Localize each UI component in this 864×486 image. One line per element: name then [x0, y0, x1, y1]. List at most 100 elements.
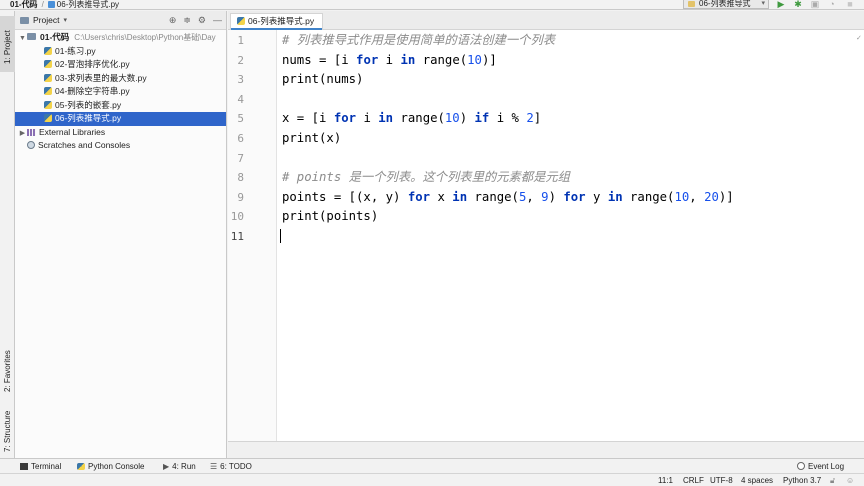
line-number: 4	[237, 92, 244, 106]
todo-label: 6: TODO	[220, 462, 252, 471]
code-line-2: nums = [i for i in range(10)]	[282, 52, 497, 67]
event-log-label: Event Log	[808, 462, 845, 471]
line-number: 2	[237, 53, 244, 67]
text-caret	[280, 229, 281, 243]
tree-scratches[interactable]: Scratches and Consoles	[15, 139, 226, 153]
tree-file-selected[interactable]: 06-列表推导式.py	[15, 112, 226, 126]
run-icon: ▶	[163, 462, 170, 471]
run-tool-button[interactable]: ▶ 4: Run	[163, 459, 196, 474]
tree-root-folder[interactable]: ▼ 01-代码 C:\Users\chris\Desktop\Python基础\Da…	[15, 31, 226, 45]
library-icon	[27, 128, 36, 136]
navigation-bar: 01-代码/ 06-列表推导式.py 06-列表推导式 ▾ ▶ ✱ ▣ ◔ ■	[0, 0, 864, 10]
python-console-button[interactable]: Python Console	[77, 459, 144, 474]
collapse-all-icon[interactable]: ≑	[183, 15, 191, 25]
tab-structure[interactable]: 7: Structure	[0, 404, 15, 456]
python-file-icon	[44, 114, 52, 122]
tab-project-label: 1: Project	[3, 30, 12, 64]
chevron-down-icon[interactable]: ▾	[63, 16, 67, 24]
code-editor[interactable]: # 列表推导式作用是使用简单的语法创建一个列表 nums = [i for i …	[277, 30, 864, 441]
terminal-label: Terminal	[31, 462, 62, 471]
profile-icon[interactable]: ◔	[827, 0, 837, 9]
event-log-icon	[797, 462, 805, 470]
file-encoding[interactable]: UTF-8	[710, 474, 733, 486]
tree-file[interactable]: 03-求列表里的最大数.py	[15, 72, 226, 86]
project-panel: Project ▾ ⊕ ≑ ⚙ — ▼ 01-代码 C:\Users\chris\D…	[15, 11, 227, 458]
chevron-right-icon[interactable]: ▶	[18, 127, 27, 140]
python-file-icon	[44, 73, 52, 82]
editor-bottom-bar	[228, 441, 864, 458]
code-line-10: print(points)	[282, 209, 379, 224]
line-separator[interactable]: CRLF	[683, 474, 704, 486]
python-file-icon	[44, 60, 52, 68]
line-number-gutter[interactable]: 1 2 3 4 5 6 7 8 9 10 11	[228, 30, 277, 441]
code-line-8: # points 是一个列表。这个列表里的元素都是元组	[282, 170, 570, 185]
code-line-3: print(nums)	[282, 72, 364, 87]
stop-icon[interactable]: ■	[845, 0, 855, 9]
caret-position[interactable]: 11:1	[658, 474, 673, 486]
file-name: 01-练习.py	[55, 45, 96, 56]
editor-tab-label: 06-列表推导式.py	[248, 16, 315, 26]
tree-external-libraries[interactable]: ▶ External Libraries	[15, 126, 226, 140]
tool-window-bar: Terminal Python Console ▶ 4: Run ☰ 6: TODO…	[0, 458, 864, 473]
project-tree: ▼ 01-代码 C:\Users\chris\Desktop\Python基础\Da…	[15, 30, 226, 153]
python-interpreter[interactable]: Python 3.7	[783, 474, 821, 486]
tab-favorites-label: 2: Favorites	[3, 350, 12, 392]
line-number: 10	[230, 210, 244, 224]
panel-header-actions: ⊕ ≑ ⚙ —	[169, 15, 222, 25]
debug-icon[interactable]: ✱	[793, 0, 803, 9]
line-number: 7	[237, 151, 244, 165]
lock-icon[interactable]: 🔓︎	[830, 474, 835, 486]
breadcrumb-file[interactable]: 06-列表推导式.py	[57, 0, 119, 9]
breadcrumb-project[interactable]: 01-代码	[10, 0, 38, 9]
todo-icon: ☰	[210, 462, 218, 471]
tree-file[interactable]: 01-练习.py	[15, 45, 226, 59]
tree-file[interactable]: 04-删除空字符串.py	[15, 85, 226, 99]
file-name: 03-求列表里的最大数.py	[55, 72, 147, 83]
inspection-ok-icon[interactable]: ✓	[856, 34, 862, 42]
hide-icon[interactable]: —	[213, 15, 222, 25]
inspector-icon[interactable]: ☺	[846, 474, 854, 486]
tab-project[interactable]: 1: Project	[0, 16, 15, 72]
tree-file[interactable]: 02-冒泡排序优化.py	[15, 58, 226, 72]
locate-icon[interactable]: ⊕	[169, 15, 177, 25]
code-line-6: print(x)	[282, 131, 342, 145]
run-icon[interactable]: ▶	[776, 0, 786, 9]
run-configuration-dropdown[interactable]: 06-列表推导式 ▾	[683, 0, 769, 9]
file-name: 04-删除空字符串.py	[55, 86, 130, 96]
project-view-selector[interactable]: Project	[33, 15, 59, 25]
tab-structure-label: 7: Structure	[3, 410, 12, 452]
line-number: 1	[237, 34, 244, 47]
python-file-icon	[47, 0, 55, 8]
run-tool-label: 4: Run	[172, 462, 196, 471]
scratches-icon	[27, 141, 35, 149]
file-name: 02-冒泡排序优化.py	[55, 59, 130, 69]
event-log-button[interactable]: Event Log	[797, 459, 844, 474]
line-number: 5	[237, 112, 244, 126]
code-line-5: x = [i for i in range(10) if i % 2]	[282, 111, 542, 126]
run-configuration-label: 06-列表推导式	[699, 0, 751, 8]
indent-setting[interactable]: 4 spaces	[741, 474, 773, 486]
file-name: 05-列表的嵌套.py	[55, 99, 122, 110]
line-number: 6	[237, 132, 244, 145]
todo-button[interactable]: ☰ 6: TODO	[210, 459, 252, 474]
external-libraries-label: External Libraries	[39, 126, 106, 137]
status-bar: 11:1 CRLF UTF-8 4 spaces Python 3.7 🔓︎ ☺	[0, 473, 864, 486]
gear-icon[interactable]: ⚙	[198, 15, 206, 25]
terminal-button[interactable]: Terminal	[20, 459, 61, 474]
root-folder-path: C:\Users\chris\Desktop\Python基础\Day	[74, 33, 216, 42]
breadcrumb-separator: /	[41, 0, 44, 9]
python-file-icon	[44, 100, 52, 109]
tree-file[interactable]: 05-列表的嵌套.py	[15, 99, 226, 113]
python-file-icon	[44, 46, 52, 55]
tab-favorites[interactable]: 2: Favorites	[0, 336, 15, 396]
editor-tab-active[interactable]: 06-列表推导式.py	[230, 13, 324, 30]
root-folder-name: 01-代码	[40, 32, 70, 42]
python-file-icon	[44, 87, 52, 95]
line-number: 3	[237, 73, 244, 87]
folder-icon	[27, 33, 36, 40]
chevron-down-icon[interactable]: ▼	[18, 32, 27, 45]
terminal-icon	[20, 463, 28, 470]
coverage-icon[interactable]: ▣	[810, 0, 820, 9]
code-line-9: points = [(x, y) for x in range(5, 9) fo…	[282, 189, 734, 204]
line-number-current: 11	[230, 230, 244, 243]
